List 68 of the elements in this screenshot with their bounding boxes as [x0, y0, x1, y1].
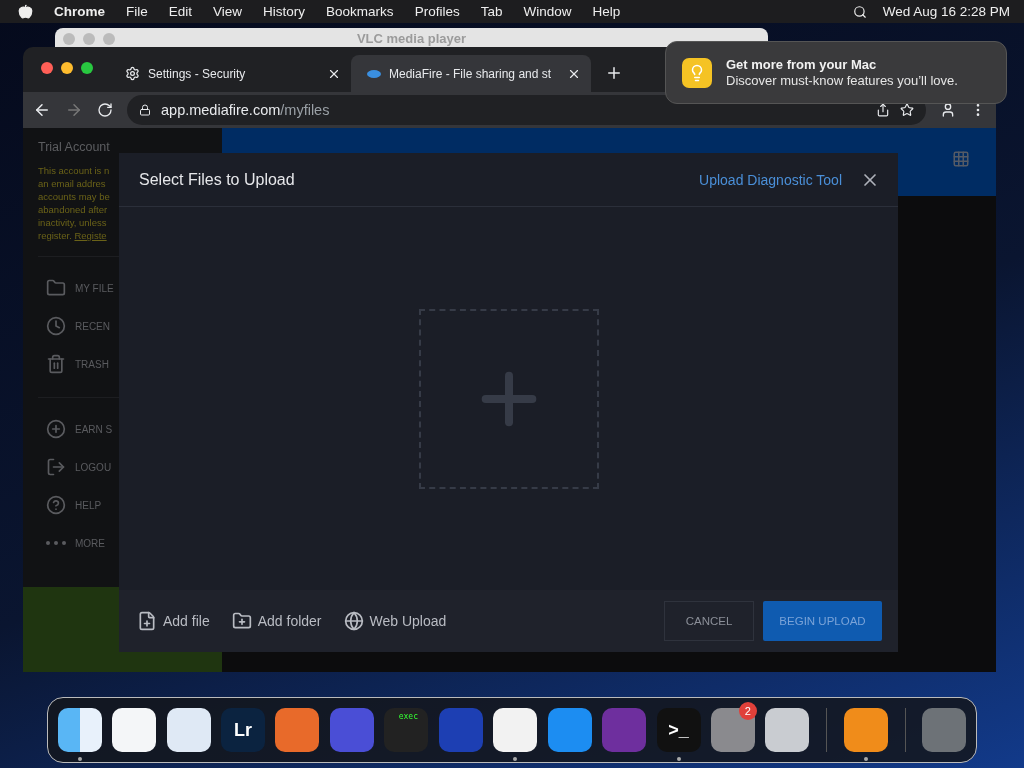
- menu-item[interactable]: File: [126, 4, 148, 19]
- browser-tab[interactable]: MediaFire - File sharing and st: [351, 55, 591, 92]
- menu-item[interactable]: Bookmarks: [326, 4, 394, 19]
- app-icon[interactable]: Lr: [221, 708, 266, 752]
- menu-item[interactable]: Edit: [168, 4, 193, 19]
- app-icon[interactable]: [765, 708, 810, 752]
- app-icon[interactable]: [166, 708, 211, 752]
- notification-title: Get more from your Mac: [726, 57, 878, 72]
- app-icon[interactable]: [57, 708, 102, 752]
- star-icon[interactable]: [900, 103, 914, 117]
- menu-clock[interactable]: Wed Aug 16 2:28 PM: [882, 4, 1010, 19]
- running-dot: [77, 757, 82, 761]
- menu-item[interactable]: Window: [523, 4, 572, 19]
- notice-line: register.: [38, 230, 72, 241]
- close-light[interactable]: [41, 62, 53, 74]
- menu-item[interactable]: Tab: [480, 4, 503, 19]
- notice-line: abandoned after: [38, 203, 108, 216]
- app-icon[interactable]: exec: [384, 708, 429, 752]
- help-icon: [46, 495, 66, 515]
- menu-item[interactable]: View: [213, 4, 243, 19]
- app-icon[interactable]: [112, 708, 157, 752]
- cancel-button[interactable]: CANCEL: [664, 601, 754, 641]
- gear-icon: [125, 66, 140, 81]
- folder-icon: [46, 278, 66, 298]
- upload-source-button[interactable]: Add file: [137, 611, 210, 631]
- notification-body: Discover must-know features you’ll love.: [726, 73, 958, 88]
- app-icon[interactable]: [843, 708, 888, 752]
- clock-icon: [46, 316, 66, 336]
- new-tab-icon[interactable]: [605, 64, 623, 82]
- dialog-title: Select Files to Upload: [139, 170, 295, 189]
- menu-item[interactable]: History: [263, 4, 306, 19]
- minimize-light[interactable]: [61, 62, 73, 74]
- upload-source-button[interactable]: Web Upload: [343, 611, 447, 631]
- plus-icon: [46, 419, 66, 439]
- globe-icon: [343, 611, 364, 631]
- browser-tab[interactable]: Settings - Security: [111, 55, 351, 92]
- menu-app-name[interactable]: Chrome: [54, 4, 105, 19]
- notice-line: This account is n: [38, 164, 110, 177]
- upload-source-button[interactable]: Add folder: [231, 611, 322, 631]
- lightbulb-icon: [682, 57, 712, 88]
- notification-badge: 2: [738, 702, 757, 720]
- logout-icon: [46, 457, 66, 477]
- app-icon[interactable]: [493, 708, 538, 752]
- running-dot: [513, 757, 518, 761]
- more-icon: [46, 541, 66, 545]
- folder-plus-icon: [231, 611, 252, 631]
- menu-item[interactable]: Help: [592, 4, 621, 19]
- zoom-light[interactable]: [81, 62, 93, 74]
- notice-line: an email addres: [38, 177, 106, 190]
- menu-item[interactable]: Profiles: [414, 4, 460, 19]
- file-plus-icon: [137, 611, 157, 631]
- running-dot: [676, 757, 681, 761]
- share-icon[interactable]: [876, 103, 890, 117]
- forward-icon[interactable]: [65, 101, 83, 119]
- notice-line: inactivity, unless: [38, 216, 107, 229]
- reload-icon[interactable]: [97, 102, 113, 118]
- profile-icon[interactable]: [940, 102, 956, 118]
- lock-icon: [139, 104, 151, 116]
- apple-icon[interactable]: [18, 4, 33, 19]
- trash-icon: [46, 354, 66, 374]
- notice-line: accounts may be: [38, 190, 110, 203]
- app-icon[interactable]: >_: [656, 708, 701, 752]
- search-icon[interactable]: [852, 4, 867, 19]
- account-title: Trial Account: [38, 140, 111, 154]
- back-icon[interactable]: [33, 101, 51, 119]
- window-title: VLC media player: [356, 31, 467, 48]
- diagnostic-link[interactable]: Upload Diagnostic Tool: [699, 171, 842, 188]
- running-dot: [863, 757, 868, 761]
